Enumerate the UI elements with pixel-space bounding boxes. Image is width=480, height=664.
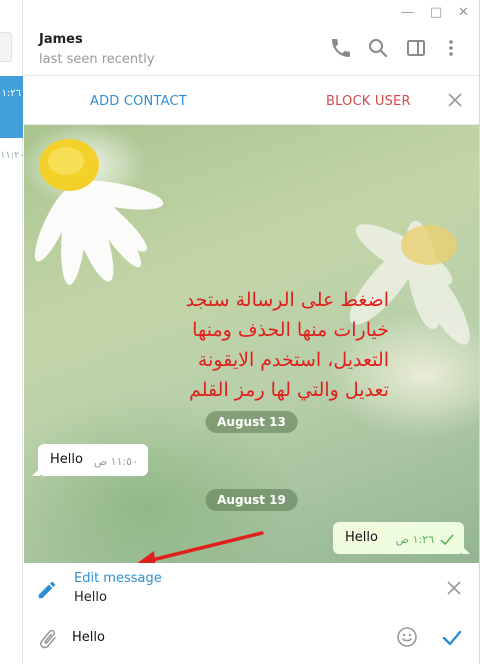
block-user-button[interactable]: BLOCK USER: [326, 94, 411, 109]
message-input-bar: [24, 615, 479, 664]
edit-message-title: Edit message: [74, 571, 162, 586]
close-icon[interactable]: [447, 92, 463, 108]
message-history[interactable]: اضغط على الرسالة ستجد خيارات منها الحذف …: [24, 125, 479, 563]
attach-icon[interactable]: [36, 627, 60, 651]
edit-message-preview: Hello: [74, 590, 107, 605]
incoming-message[interactable]: Hello ١١:٥٠ ص: [32, 444, 148, 476]
cancel-edit-icon[interactable]: [447, 581, 461, 595]
bubble-tail: [32, 468, 40, 476]
check-icon: [440, 534, 454, 546]
chat-list-item-time: ١:٢٦: [1, 88, 21, 99]
message-text: Hello: [50, 452, 83, 467]
contact-action-bar: ADD CONTACT BLOCK USER: [24, 77, 479, 125]
telegram-window: ١:٢٦ ١١:٢٠ — □ ✕ James last seen recentl…: [0, 0, 480, 664]
sidebar-toggle-icon[interactable]: [404, 36, 428, 60]
chat-header: James last seen recently: [24, 22, 479, 76]
message-input[interactable]: [72, 625, 372, 649]
search-icon[interactable]: [366, 36, 390, 60]
emoji-icon[interactable]: [395, 625, 419, 649]
more-vert-icon[interactable]: [439, 36, 463, 60]
chat-list-item-time: ١١:٢٠: [0, 150, 25, 161]
annotation-text: اضغط على الرسالة ستجد خيارات منها الحذف …: [185, 289, 389, 401]
date-separator: August 19: [205, 489, 298, 511]
edit-message-bar: Edit message Hello: [24, 563, 479, 615]
message-text: Hello: [345, 530, 378, 545]
contact-name[interactable]: James: [39, 32, 83, 47]
phone-icon[interactable]: [329, 36, 353, 60]
date-separator: August 13: [205, 411, 298, 433]
contact-status: last seen recently: [39, 52, 155, 67]
message-time: ١١:٥٠ ص: [93, 455, 138, 468]
message-time: ١:٢٦ ص: [395, 533, 434, 546]
minimize-button[interactable]: —: [401, 5, 414, 20]
chat-list-panel: ١:٢٦ ١١:٢٠: [0, 0, 25, 664]
close-window-button[interactable]: ✕: [458, 5, 469, 20]
add-contact-button[interactable]: ADD CONTACT: [90, 94, 187, 109]
header-actions: [329, 36, 469, 60]
outgoing-message[interactable]: Hello ١:٢٦ ص: [333, 522, 470, 554]
bubble-tail: [462, 546, 470, 554]
chat-list-item-active[interactable]: ١:٢٦: [0, 76, 23, 138]
pencil-icon: [38, 581, 56, 599]
chat-search-field[interactable]: [0, 32, 12, 62]
maximize-button[interactable]: □: [430, 5, 442, 20]
daisy-wallpaper-image: [34, 139, 164, 285]
save-edit-check-icon[interactable]: [441, 627, 463, 649]
